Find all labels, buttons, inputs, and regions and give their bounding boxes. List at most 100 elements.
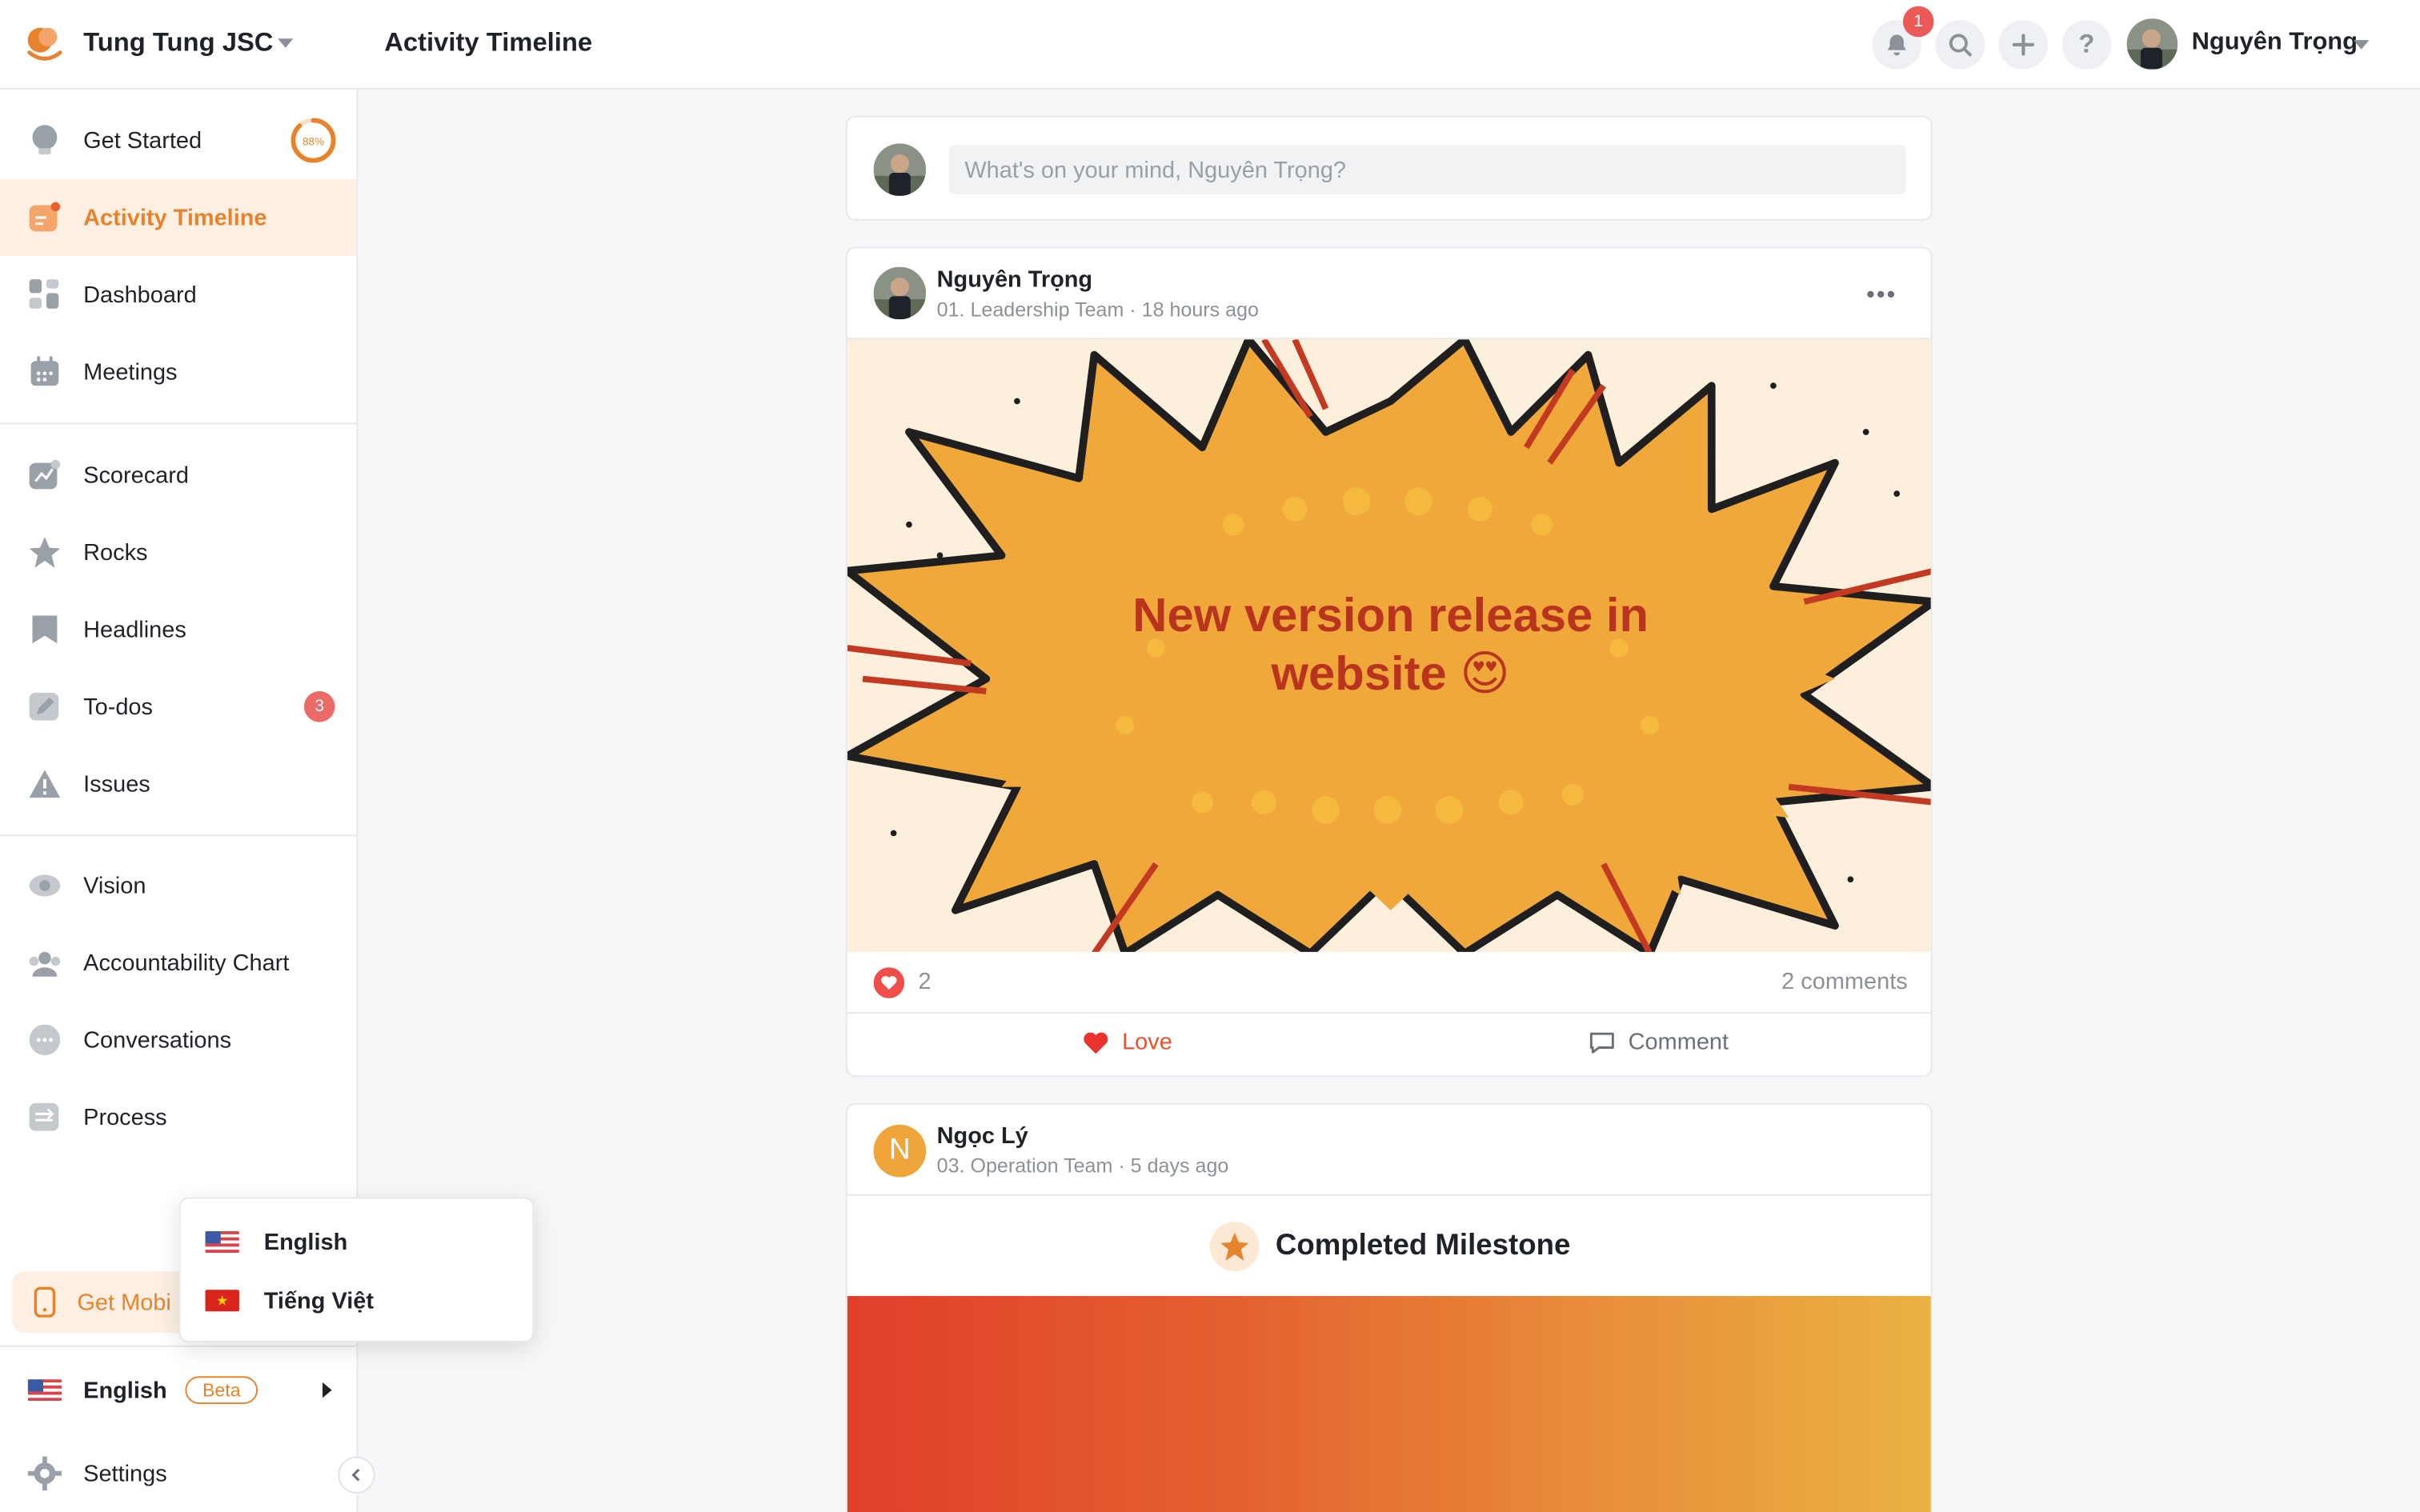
search-icon xyxy=(1949,34,1972,57)
sidebar-item-label: Vision xyxy=(83,872,146,899)
post-meta: 03. Operation Team · 5 days ago xyxy=(936,1154,1229,1178)
sidebar-item-headlines[interactable]: Headlines xyxy=(0,591,356,668)
caret-right-icon xyxy=(323,1382,332,1398)
sidebar-item-label: To-dos xyxy=(83,693,153,720)
get-mobile-label: Get Mobi xyxy=(77,1289,171,1316)
love-button[interactable]: Love xyxy=(1082,1029,1172,1055)
people-icon xyxy=(28,946,62,979)
us-flag-icon xyxy=(27,1379,62,1402)
sidebar-item-label: Issues xyxy=(83,770,150,798)
reaction-count[interactable]: 2 xyxy=(918,969,931,995)
us-flag-icon xyxy=(205,1230,239,1253)
pencil-icon xyxy=(28,690,62,723)
progress-label: 88% xyxy=(302,135,324,147)
sidebar-item-todos[interactable]: To-dos 3 xyxy=(0,668,356,745)
sidebar-item-rocks[interactable]: Rocks xyxy=(0,514,356,590)
comment-button[interactable]: Comment xyxy=(1588,1029,1729,1055)
sidebar-item-label: Get Started xyxy=(83,127,202,154)
search-button[interactable] xyxy=(1935,20,1985,70)
top-bar: Tung Tung JSC Activity Timeline 1 ? Nguy… xyxy=(0,0,2420,90)
sidebar-item-process[interactable]: Process xyxy=(0,1078,356,1155)
chevron-left-icon xyxy=(351,1468,360,1482)
comment-icon xyxy=(1589,1031,1614,1053)
sidebar-item-scorecard[interactable]: Scorecard xyxy=(0,437,356,514)
star-badge-icon xyxy=(1210,1221,1260,1271)
post-card: N Ngọc Lý 03. Operation Team · 5 days ag… xyxy=(845,1102,1933,1512)
language-selector[interactable]: English Beta xyxy=(0,1351,356,1428)
question-icon: ? xyxy=(2078,29,2095,59)
reaction-summary: 2 2 comments xyxy=(847,952,1931,1014)
bookmark-icon xyxy=(28,613,62,646)
sidebar-item-settings[interactable]: Settings xyxy=(0,1435,356,1512)
language-option-label: English xyxy=(263,1229,348,1255)
sidebar-item-label: Settings xyxy=(83,1460,167,1487)
sidebar-item-activity-timeline[interactable]: Activity Timeline xyxy=(0,178,357,257)
star-icon xyxy=(28,535,62,569)
comment-count[interactable]: 2 comments xyxy=(1781,969,1908,995)
language-label: English xyxy=(83,1377,167,1404)
language-option-label: Tiếng Việt xyxy=(263,1287,374,1314)
sidebar-item-accountability-chart[interactable]: Accountability Chart xyxy=(0,924,356,1001)
user-menu-caret-icon[interactable] xyxy=(2354,40,2370,50)
language-option-vietnamese[interactable]: ★ Tiếng Việt xyxy=(205,1278,374,1324)
milestone-label: Completed Milestone xyxy=(1275,1229,1571,1262)
post-card: Nguyên Trọng 01. Leadership Team · 18 ho… xyxy=(845,246,1933,1078)
sidebar-divider xyxy=(0,1345,357,1347)
user-avatar[interactable] xyxy=(2126,18,2178,70)
sidebar-item-label: Process xyxy=(83,1103,167,1130)
timeline-icon xyxy=(28,201,62,234)
post-author[interactable]: Nguyên Trọng xyxy=(937,267,1092,294)
caption-line-2: website 😍 xyxy=(1271,646,1510,701)
sidebar-item-vision[interactable]: Vision xyxy=(0,847,356,924)
company-logo-icon[interactable] xyxy=(25,23,65,63)
sidebar-item-label: Conversations xyxy=(83,1026,232,1054)
gear-icon xyxy=(27,1456,62,1490)
more-options-icon[interactable]: ••• xyxy=(1866,282,1897,310)
user-name[interactable]: Nguyên Trọng xyxy=(2192,30,2358,58)
add-button[interactable] xyxy=(1998,20,2049,70)
bell-icon xyxy=(1887,34,1906,56)
sidebar-item-label: Headlines xyxy=(83,616,186,643)
sidebar-item-meetings[interactable]: Meetings xyxy=(0,334,356,410)
language-menu: English ★ Tiếng Việt xyxy=(178,1197,535,1342)
chat-icon xyxy=(28,1023,62,1057)
language-option-english[interactable]: English xyxy=(205,1219,347,1266)
user-avatar xyxy=(873,143,927,196)
sidebar-item-conversations[interactable]: Conversations xyxy=(0,1002,356,1078)
heart-reaction-icon[interactable] xyxy=(873,967,905,998)
warning-icon xyxy=(28,766,62,800)
collapse-sidebar-button[interactable] xyxy=(338,1456,375,1494)
sidebar-item-label: Scorecard xyxy=(83,462,190,489)
milestone-banner xyxy=(847,1295,1931,1512)
sidebar-item-issues[interactable]: Issues xyxy=(0,745,356,822)
org-name[interactable]: Tung Tung JSC xyxy=(83,28,273,59)
process-icon xyxy=(28,1100,62,1134)
author-avatar[interactable]: N xyxy=(873,1124,927,1178)
help-button[interactable]: ? xyxy=(2061,20,2112,70)
post-author[interactable]: Ngọc Lý xyxy=(937,1123,1028,1150)
vn-flag-icon: ★ xyxy=(205,1290,239,1312)
sidebar-item-get-started[interactable]: Get Started 88% xyxy=(0,102,356,178)
notification-badge: 1 xyxy=(1902,6,1934,38)
sidebar-divider xyxy=(0,834,357,837)
progress-ring: 88% xyxy=(290,118,336,163)
caption-line-1: New version release in xyxy=(1132,587,1649,642)
post-image-caption: New version release in website 😍 xyxy=(847,586,1931,704)
chart-icon xyxy=(28,458,62,492)
plus-icon xyxy=(2012,34,2035,56)
post-image[interactable]: New version release in website 😍 xyxy=(847,338,1931,952)
heart-icon xyxy=(1084,1031,1108,1054)
sidebar-item-dashboard[interactable]: Dashboard xyxy=(0,256,356,333)
author-avatar[interactable] xyxy=(873,266,927,320)
org-caret-icon[interactable] xyxy=(278,38,294,48)
sidebar-item-label: Rocks xyxy=(83,539,148,566)
compose-input[interactable] xyxy=(949,145,1906,194)
sidebar-item-label: Activity Timeline xyxy=(83,204,267,231)
love-label: Love xyxy=(1122,1029,1172,1056)
beta-badge: Beta xyxy=(185,1376,258,1404)
calendar-icon xyxy=(28,355,62,389)
grid-icon xyxy=(28,278,62,311)
sidebar-item-label: Dashboard xyxy=(83,281,197,308)
page-title: Activity Timeline xyxy=(384,27,593,58)
sidebar-item-label: Accountability Chart xyxy=(83,950,290,976)
